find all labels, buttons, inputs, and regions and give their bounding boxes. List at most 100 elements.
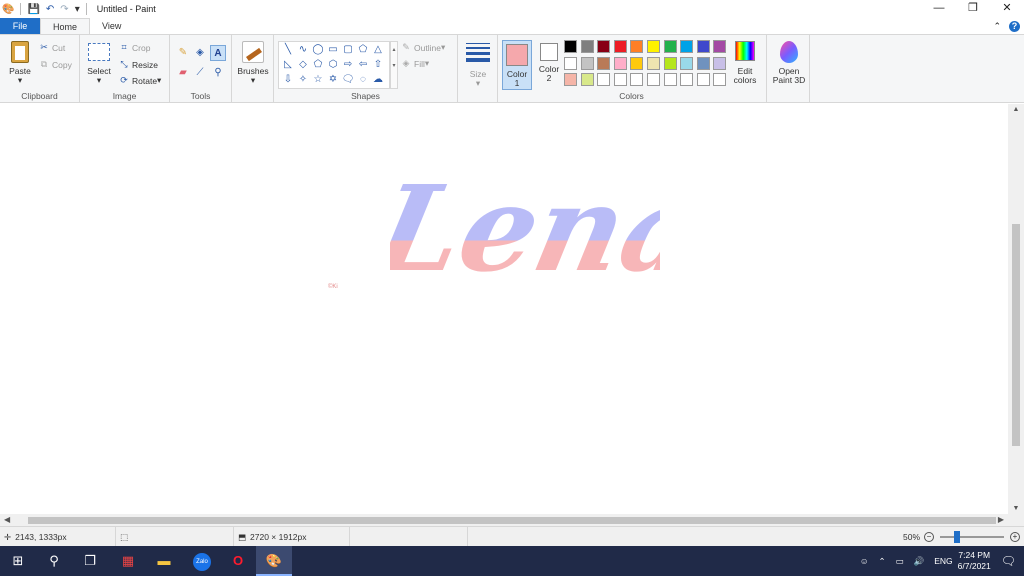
palette-swatch[interactable] [647, 56, 660, 70]
pentagon-shape-icon[interactable]: ⬠ [311, 58, 325, 72]
up-arrow-shape-icon[interactable]: ⇧ [371, 58, 385, 72]
six-point-star-shape-icon[interactable]: ✡ [326, 73, 340, 87]
right-arrow-shape-icon[interactable]: ⇨ [341, 58, 355, 72]
outline-button[interactable]: ✎ Outline ▾ [400, 42, 445, 53]
palette-swatch[interactable] [630, 40, 644, 53]
palette-swatch[interactable] [696, 40, 710, 53]
magnifier-icon[interactable]: ⚲ [210, 65, 226, 81]
rounded-rectangle-shape-icon[interactable]: ▢ [341, 43, 355, 57]
zoom-out-icon[interactable]: − [924, 532, 934, 542]
palette-swatch[interactable] [597, 56, 611, 70]
scroll-up-icon[interactable]: ▲ [1008, 106, 1024, 113]
palette-swatch[interactable] [696, 73, 710, 86]
palette-swatch[interactable] [564, 40, 577, 53]
line-shape-icon[interactable]: ╲ [281, 43, 295, 57]
fill-button[interactable]: ◈ Fill ▾ [400, 58, 430, 69]
palette-swatch[interactable] [663, 40, 677, 53]
eraser-icon[interactable]: ▰ [175, 65, 191, 81]
scroll-right-icon[interactable]: ▶ [998, 514, 1004, 526]
down-arrow-shape-icon[interactable]: ⇩ [281, 73, 295, 87]
crop-button[interactable]: ⌗ Crop [118, 42, 150, 53]
app-icon[interactable]: ▦ [110, 546, 146, 576]
task-view-icon[interactable]: ❐ [72, 546, 108, 576]
shapes-scrollbar[interactable]: ▴ ▾ [390, 41, 398, 89]
palette-swatch[interactable] [647, 40, 660, 53]
right-triangle-shape-icon[interactable]: ◺ [281, 58, 295, 72]
zoom-slider[interactable] [940, 531, 1004, 543]
callout-oval-shape-icon[interactable]: ◌ [356, 73, 370, 87]
palette-swatch[interactable] [630, 73, 644, 86]
zoom-slider-thumb[interactable] [954, 531, 960, 543]
palette-swatch[interactable] [564, 73, 577, 86]
file-explorer-icon[interactable]: ▬ [146, 546, 182, 576]
open-paint3d-button[interactable]: Open Paint 3D [769, 41, 809, 85]
callout-rect-shape-icon[interactable]: 🗨 [341, 73, 355, 87]
palette-swatch[interactable] [647, 73, 660, 86]
edit-colors-button[interactable]: Edit colors [730, 41, 760, 85]
paste-button[interactable]: Paste ▾ [6, 41, 34, 85]
palette-swatch[interactable] [613, 56, 627, 70]
network-icon[interactable]: ▭ [896, 556, 904, 567]
minimize-icon[interactable]: — [922, 0, 956, 18]
palette-swatch[interactable] [663, 56, 677, 70]
callout-cloud-shape-icon[interactable]: ☁ [371, 73, 385, 87]
oval-shape-icon[interactable]: ◯ [311, 43, 325, 57]
palette-swatch[interactable] [680, 56, 694, 70]
size-button[interactable]: Size ▾ [462, 41, 494, 88]
zoom-in-icon[interactable]: + [1010, 532, 1020, 542]
restore-icon[interactable]: ❐ [956, 0, 990, 18]
fill-bucket-icon[interactable]: ◈ [192, 45, 208, 61]
people-icon[interactable]: ☺ [860, 556, 869, 566]
volume-icon[interactable]: 🔊 [914, 556, 925, 567]
scroll-down-icon[interactable]: ▼ [1008, 505, 1024, 512]
color1-button[interactable]: Color 1 [502, 40, 532, 90]
tab-view[interactable]: View [90, 18, 133, 34]
drawing-canvas[interactable]: Lena ©Ki [0, 104, 1008, 514]
rectangle-shape-icon[interactable]: ▭ [326, 43, 340, 57]
hexagon-shape-icon[interactable]: ⬡ [326, 58, 340, 72]
horizontal-scroll-thumb[interactable] [28, 517, 996, 524]
opera-icon[interactable]: O [220, 546, 256, 576]
clock[interactable]: 7:24 PM 6/7/2021 [958, 550, 991, 572]
language-indicator[interactable]: ENG [934, 556, 952, 566]
cut-button[interactable]: ✂ Cut [38, 42, 65, 53]
palette-swatch[interactable] [580, 73, 594, 86]
triangle-shape-icon[interactable]: △ [371, 43, 385, 57]
palette-swatch[interactable] [696, 56, 710, 70]
paint-icon[interactable]: 🎨 [256, 546, 292, 576]
scroll-left-icon[interactable]: ◀ [4, 514, 10, 526]
pencil-icon[interactable]: ✎ [175, 45, 191, 61]
resize-button[interactable]: ⤡ Resize [118, 59, 158, 70]
palette-swatch[interactable] [580, 56, 594, 70]
five-point-star-shape-icon[interactable]: ☆ [311, 73, 325, 87]
chevron-up-icon[interactable]: ⌃ [879, 556, 886, 567]
notification-icon[interactable]: 🗨 [1001, 554, 1016, 568]
zalo-icon[interactable]: Zalo [184, 546, 220, 576]
rotate-button[interactable]: ⟳ Rotate ▾ [118, 75, 161, 86]
palette-swatch[interactable] [564, 56, 577, 70]
palette-swatch[interactable] [580, 40, 594, 53]
search-icon[interactable]: ⚲ [36, 546, 72, 576]
text-tool-icon[interactable]: A [210, 45, 226, 61]
undo-icon[interactable]: ↶ [46, 4, 54, 15]
palette-swatch[interactable] [680, 40, 694, 53]
save-icon[interactable]: 💾 [27, 4, 39, 15]
diamond-shape-icon[interactable]: ◇ [296, 58, 310, 72]
palette-swatch[interactable] [597, 40, 611, 53]
palette-swatch[interactable] [613, 73, 627, 86]
start-icon[interactable]: ⊞ [0, 546, 36, 576]
chevron-up-icon[interactable]: ⌃ [993, 21, 1001, 32]
vertical-scroll-thumb[interactable] [1012, 224, 1020, 446]
palette-swatch[interactable] [613, 40, 627, 53]
curve-shape-icon[interactable]: ∿ [296, 43, 310, 57]
redo-icon[interactable]: ↷ [60, 4, 68, 15]
vertical-scrollbar[interactable]: ▲ ▼ [1008, 104, 1024, 514]
brushes-button[interactable]: Brushes ▾ [235, 41, 271, 85]
palette-swatch[interactable] [680, 73, 694, 86]
polygon-shape-icon[interactable]: ⬠ [356, 43, 370, 57]
close-icon[interactable]: ✕ [990, 0, 1024, 18]
color-picker-icon[interactable]: ⟋ [192, 65, 208, 81]
palette-swatch[interactable] [597, 73, 611, 86]
tab-home[interactable]: Home [40, 18, 91, 34]
tab-file[interactable]: File [0, 18, 40, 34]
